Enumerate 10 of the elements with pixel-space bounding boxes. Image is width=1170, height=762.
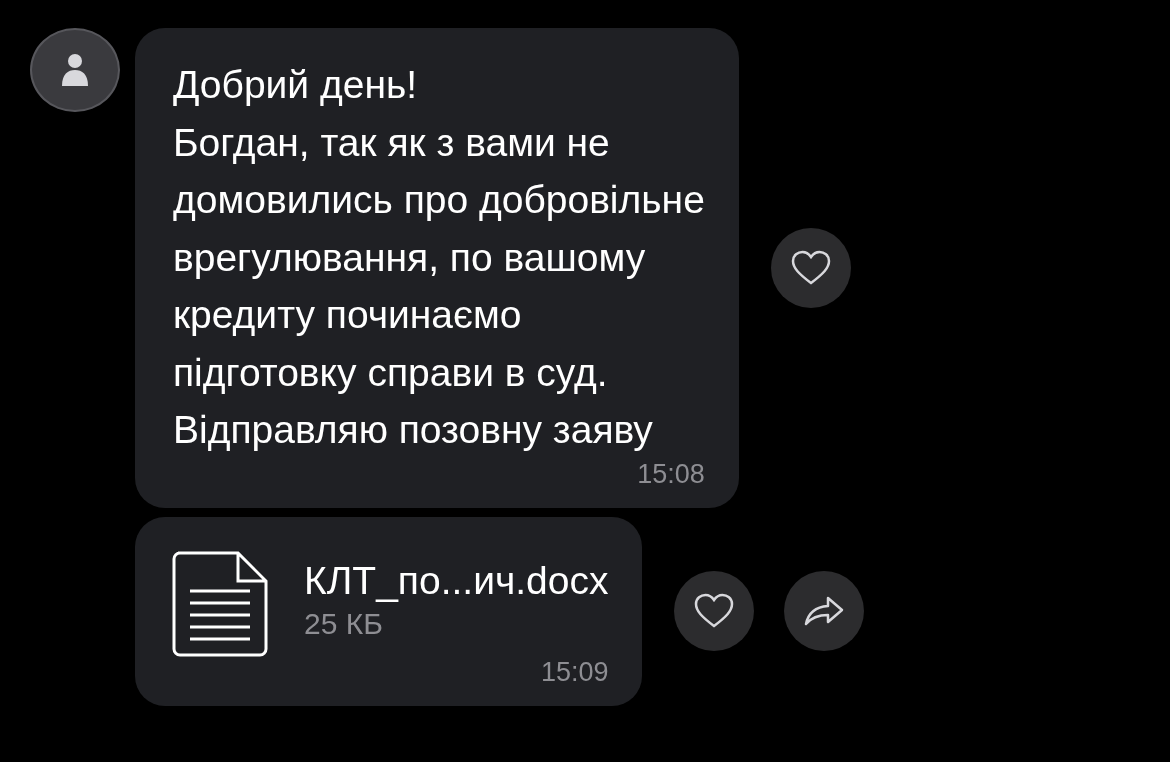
person-icon: [60, 52, 90, 88]
heart-icon: [790, 249, 831, 286]
document-icon: [172, 550, 268, 657]
message-time: 15:08: [637, 458, 705, 490]
message-time: 15:09: [540, 656, 609, 688]
heart-icon: [694, 593, 735, 629]
forward-arrow-icon: [804, 596, 845, 626]
file-name[interactable]: КЛТ_по...ич.docx: [304, 558, 609, 603]
file-size: 25 КБ: [304, 606, 384, 641]
message-text: Добрий день! Богдан, так як з вами не домовились про добровільне врегулювання, по вашому кредиту починаємо підготовку справи в суд. Відправляю позовну заяву: [173, 62, 705, 453]
